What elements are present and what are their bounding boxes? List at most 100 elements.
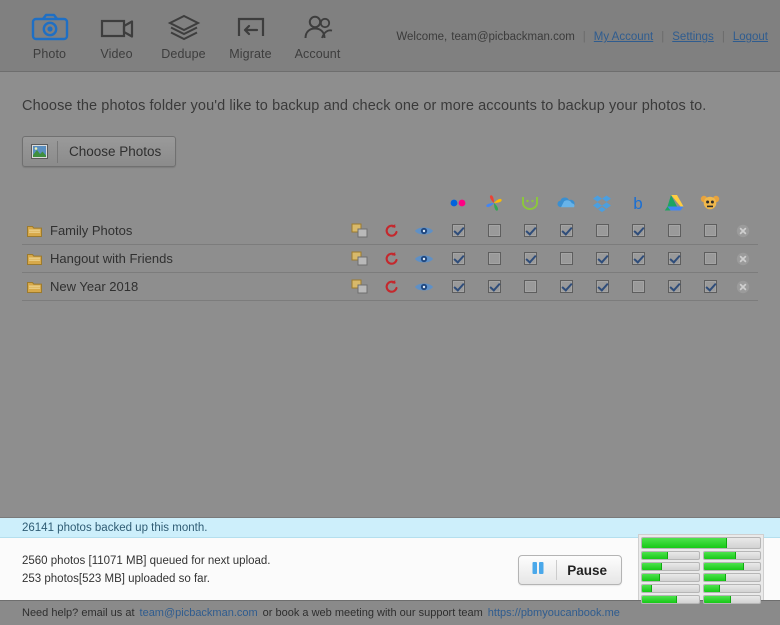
progress-bar [641,561,700,571]
nav-label-account: Account [294,47,341,61]
nav-label-dedupe: Dedupe [161,47,206,61]
checkbox-cell-smugmug[interactable] [512,280,548,293]
table-row[interactable]: Hangout with Friends [22,245,758,273]
checkbox-cell-onedrive[interactable] [548,224,584,237]
checkbox[interactable] [487,252,501,265]
choose-photos-label: Choose Photos [69,144,162,159]
preview-eye-icon[interactable] [408,280,440,294]
link-my-account[interactable]: My Account [594,31,653,43]
checkbox[interactable] [523,252,537,265]
checkbox[interactable] [523,280,537,293]
checkbox-cell-flickr[interactable] [440,224,476,237]
checkbox[interactable] [595,252,609,265]
checkbox-cell-google-photos[interactable] [476,280,512,293]
checkbox-cell-box[interactable] [620,252,656,265]
checkbox[interactable] [595,280,609,293]
checkbox-cell-google-drive[interactable] [656,280,692,293]
checkbox[interactable] [451,280,465,293]
remove-row-button[interactable] [728,252,758,266]
service-col-dropbox [584,194,620,217]
separator-2: | [661,31,665,43]
preview-eye-icon[interactable] [408,252,440,266]
checkbox-cell-smugmug[interactable] [512,252,548,265]
checkbox-cell-smugmug[interactable] [512,224,548,237]
service-col-onedrive [548,195,584,216]
pause-button-divider [556,560,558,580]
choose-photos-button[interactable]: Choose Photos [22,136,177,167]
table-row[interactable]: Family Photos [22,217,758,245]
checkbox[interactable] [523,224,537,237]
progress-bar [702,572,761,582]
checkbox-cell-google-photos[interactable] [476,224,512,237]
progress-bar-main [641,536,761,549]
checkbox-cell-dropbox[interactable] [584,280,620,293]
checkbox-cell-box[interactable] [620,280,656,293]
progress-bar [641,594,700,604]
separator-1: | [582,31,586,43]
checkbox-cell-google-photos[interactable] [476,252,512,265]
checkbox-cell-photobucket[interactable] [692,280,728,293]
checkbox[interactable] [451,252,465,265]
status-bar: 26141 photos backed up this month. 2560 … [0,517,780,607]
footer-support-email-link[interactable]: team@picbackman.com [140,607,258,619]
box-icon: b [629,194,647,217]
checkbox[interactable] [559,224,573,237]
nav-item-dedupe[interactable]: Dedupe [150,4,217,61]
checkbox[interactable] [703,252,717,265]
checkbox[interactable] [631,280,645,293]
nav-item-account[interactable]: Account [284,4,351,61]
link-settings[interactable]: Settings [672,31,714,43]
checkbox-cell-onedrive[interactable] [548,280,584,293]
reset-icon[interactable] [376,251,408,267]
picbackman-app-window: Photo Video Dedupe Migrate Account Welco… [0,0,780,625]
duplicate-icon[interactable] [344,251,376,267]
main-navigation: Photo Video Dedupe Migrate Account [0,0,351,61]
users-icon [298,8,338,46]
picture-thumbnail-icon [31,144,48,159]
checkbox-cell-google-drive[interactable] [656,252,692,265]
checkbox[interactable] [487,224,501,237]
link-logout[interactable]: Logout [733,31,768,43]
nav-item-photo[interactable]: Photo [16,4,83,61]
checkbox-cell-flickr[interactable] [440,252,476,265]
reset-icon[interactable] [376,223,408,239]
table-row[interactable]: New Year 2018 [22,273,758,301]
checkbox-cell-flickr[interactable] [440,280,476,293]
checkbox-cell-dropbox[interactable] [584,252,620,265]
progress-bar [702,583,761,593]
checkbox-cell-photobucket[interactable] [692,252,728,265]
checkbox[interactable] [559,252,573,265]
progress-row [641,583,761,593]
nav-label-video: Video [100,47,133,61]
remove-row-button[interactable] [728,280,758,294]
folder-icon [22,280,46,293]
checkbox[interactable] [451,224,465,237]
onedrive-icon [555,195,577,216]
duplicate-icon[interactable] [344,279,376,295]
checkbox-cell-dropbox[interactable] [584,224,620,237]
google-drive-icon [664,194,684,216]
service-col-google-drive [656,194,692,216]
checkbox[interactable] [631,224,645,237]
checkbox-cell-photobucket[interactable] [692,224,728,237]
checkbox-cell-onedrive[interactable] [548,252,584,265]
footer-booking-link[interactable]: https://pbmyoucanbook.me [488,607,620,619]
checkbox[interactable] [703,280,717,293]
pause-button[interactable]: Pause [518,555,622,585]
checkbox[interactable] [703,224,717,237]
checkbox[interactable] [631,252,645,265]
remove-row-button[interactable] [728,224,758,238]
duplicate-icon[interactable] [344,223,376,239]
checkbox[interactable] [667,252,681,265]
checkbox-cell-box[interactable] [620,224,656,237]
checkbox[interactable] [667,224,681,237]
checkbox-cell-google-drive[interactable] [656,224,692,237]
checkbox[interactable] [667,280,681,293]
nav-item-migrate[interactable]: Migrate [217,4,284,61]
checkbox[interactable] [559,280,573,293]
nav-item-video[interactable]: Video [83,4,150,61]
checkbox[interactable] [487,280,501,293]
preview-eye-icon[interactable] [408,224,440,238]
checkbox[interactable] [595,224,609,237]
reset-icon[interactable] [376,279,408,295]
